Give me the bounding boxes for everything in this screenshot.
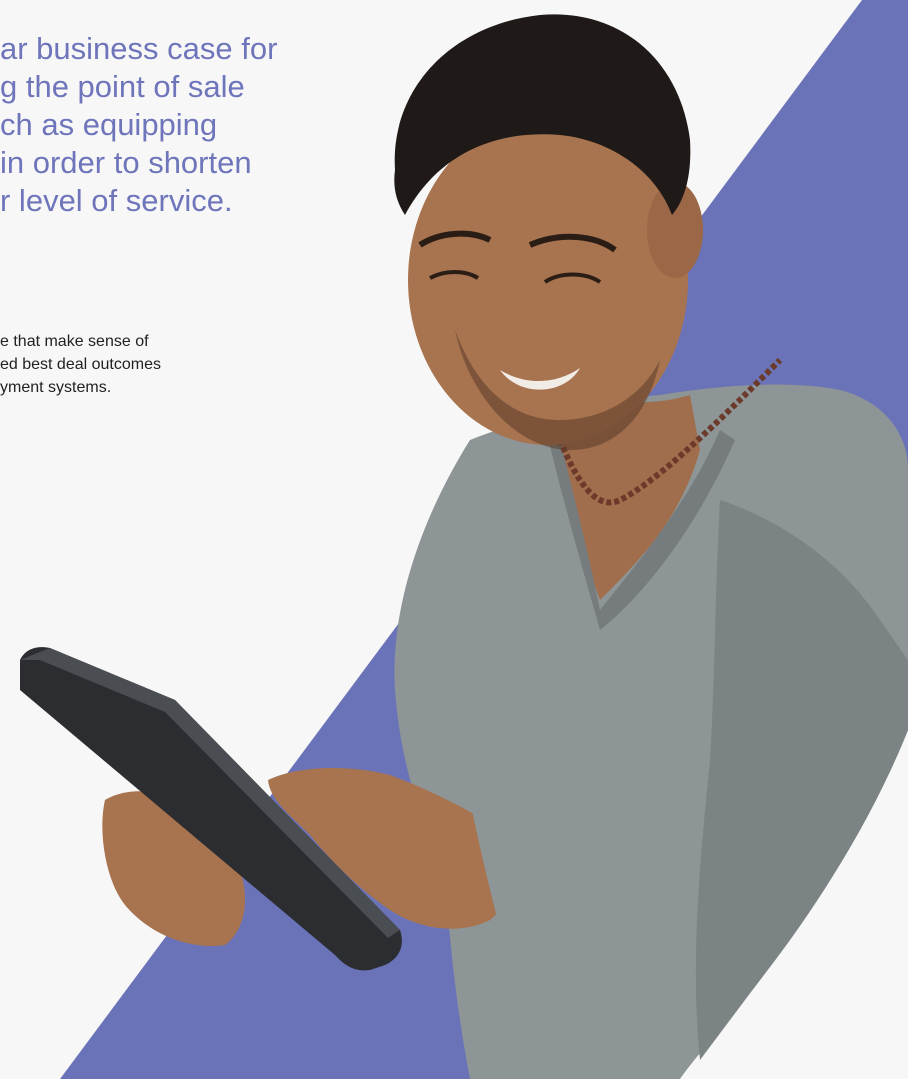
brochure-page: ar business case for g the point of sale… xyxy=(0,0,908,1079)
man-with-tablet-photo xyxy=(20,14,908,1079)
